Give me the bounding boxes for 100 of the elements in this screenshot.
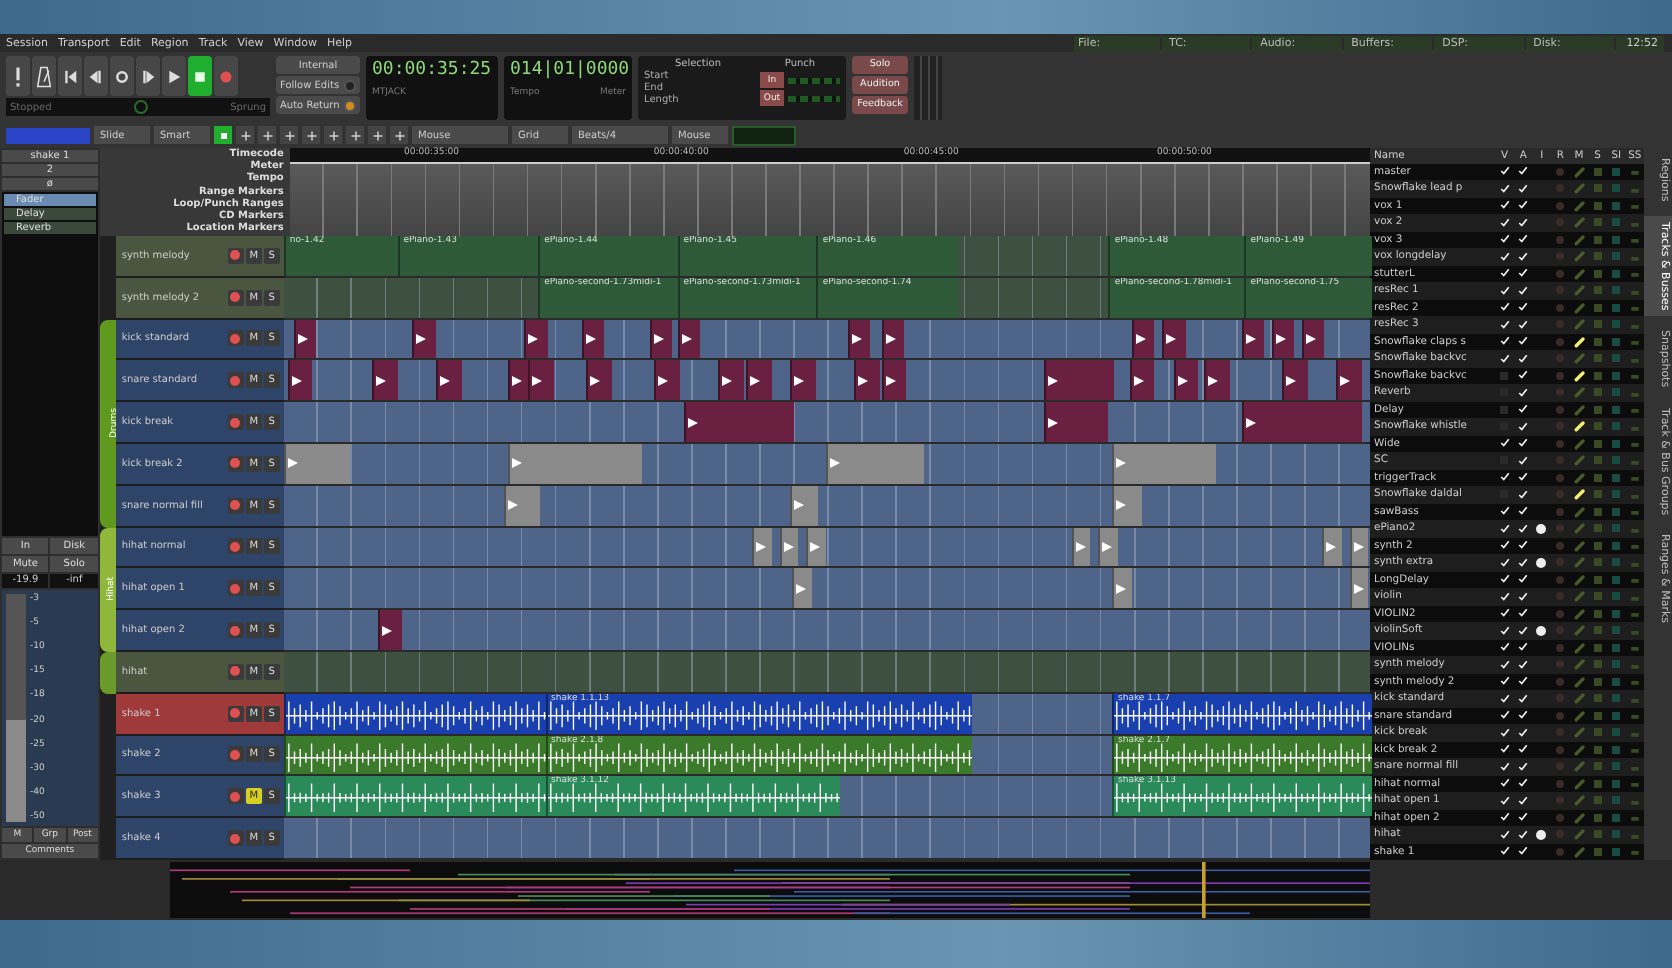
solo-square-icon[interactable] — [1593, 626, 1602, 635]
isolate-square-icon[interactable] — [1612, 558, 1621, 567]
solo-square-icon[interactable] — [1593, 677, 1602, 686]
isolate-square-icon[interactable] — [1612, 252, 1621, 261]
isolate-square-icon[interactable] — [1612, 728, 1621, 737]
record-arm-button[interactable] — [227, 372, 244, 389]
solo-square-icon[interactable] — [1593, 524, 1602, 533]
midi-input-dot[interactable] — [1536, 829, 1547, 840]
record-dot-icon[interactable] — [1556, 660, 1565, 669]
record-arm-button[interactable] — [227, 330, 244, 347]
tool-button[interactable] — [236, 126, 254, 145]
tool-button[interactable] — [346, 126, 364, 145]
active-checkmark[interactable] — [1518, 268, 1529, 279]
visible-checkmark[interactable] — [1499, 336, 1510, 347]
visible-checkbox[interactable] — [1500, 405, 1509, 414]
isolate-square-icon[interactable] — [1612, 456, 1621, 465]
visible-checkmark[interactable] — [1499, 200, 1510, 211]
midi-region[interactable] — [1162, 319, 1186, 359]
midi-region[interactable] — [1173, 360, 1199, 401]
midi-region[interactable] — [585, 360, 612, 401]
midi-input-dot[interactable] — [1536, 557, 1547, 568]
tool-button[interactable] — [302, 126, 320, 145]
solo-square-icon[interactable] — [1593, 167, 1602, 176]
solo-square-icon[interactable] — [1593, 847, 1602, 856]
visible-checkmark[interactable] — [1499, 642, 1510, 653]
solo-square-icon[interactable] — [1593, 405, 1602, 414]
solo-square-icon[interactable] — [1593, 371, 1602, 380]
midi-input-dot[interactable] — [1536, 523, 1547, 534]
record-arm-button[interactable] — [227, 830, 244, 847]
visible-checkmark[interactable] — [1499, 829, 1510, 840]
midi-region[interactable] — [1336, 360, 1362, 401]
isolate-square-icon[interactable] — [1612, 626, 1621, 635]
visible-checkmark[interactable] — [1499, 540, 1510, 551]
isolate-square-icon[interactable] — [1612, 388, 1621, 397]
active-checkmark[interactable] — [1518, 506, 1529, 517]
isolate-square-icon[interactable] — [1612, 779, 1621, 788]
record-dot-icon[interactable] — [1556, 235, 1565, 244]
visible-checkmark[interactable] — [1499, 183, 1510, 194]
alert-button[interactable] — [6, 56, 30, 97]
active-checkmark[interactable] — [1518, 370, 1529, 381]
isolate-square-icon[interactable] — [1612, 439, 1621, 448]
midi-region[interactable] — [1241, 319, 1264, 359]
record-dot-icon[interactable] — [1556, 643, 1565, 652]
active-checkmark[interactable] — [1518, 217, 1529, 228]
midi-region[interactable] — [792, 568, 812, 609]
record-dot-icon[interactable] — [1556, 422, 1565, 431]
record-dot-icon[interactable] — [1556, 252, 1565, 261]
active-checkmark[interactable] — [1518, 608, 1529, 619]
isolate-square-icon[interactable] — [1612, 303, 1621, 312]
visible-checkmark[interactable] — [1499, 812, 1510, 823]
record-dot-icon[interactable] — [1556, 354, 1565, 363]
record-dot-icon[interactable] — [1556, 388, 1565, 397]
isolate-square-icon[interactable] — [1612, 745, 1621, 754]
active-checkmark[interactable] — [1518, 319, 1529, 330]
active-checkmark[interactable] — [1518, 234, 1529, 245]
midi-region[interactable] — [524, 319, 548, 359]
active-checkmark[interactable] — [1518, 183, 1529, 194]
active-checkmark[interactable] — [1518, 693, 1529, 704]
active-checkmark[interactable] — [1518, 353, 1529, 364]
record-arm-button[interactable] — [227, 289, 244, 306]
solo-square-icon[interactable] — [1593, 507, 1602, 516]
active-checkmark[interactable] — [1518, 438, 1529, 449]
solo-square-icon[interactable] — [1593, 184, 1602, 193]
solo-square-icon[interactable] — [1593, 218, 1602, 227]
record-dot-icon[interactable] — [1556, 762, 1565, 771]
active-checkmark[interactable] — [1518, 829, 1529, 840]
visible-checkmark[interactable] — [1499, 438, 1510, 449]
midi-region[interactable] — [1112, 568, 1131, 609]
solo-square-icon[interactable] — [1593, 388, 1602, 397]
record-arm-button[interactable] — [227, 746, 244, 763]
record-arm-button[interactable] — [227, 455, 244, 472]
midi-region[interactable] — [854, 360, 880, 401]
visible-checkmark[interactable] — [1499, 557, 1510, 568]
solo-square-icon[interactable] — [1593, 660, 1602, 669]
isolate-square-icon[interactable] — [1612, 830, 1621, 839]
record-arm-button[interactable] — [227, 414, 244, 431]
visible-checkmark[interactable] — [1499, 523, 1510, 534]
record-dot-icon[interactable] — [1556, 677, 1565, 686]
active-checkmark[interactable] — [1518, 404, 1529, 415]
record-dot-icon[interactable] — [1556, 507, 1565, 516]
visible-checkmark[interactable] — [1499, 795, 1510, 806]
record-dot-icon[interactable] — [1556, 830, 1565, 839]
solo-square-icon[interactable] — [1593, 575, 1602, 584]
isolate-square-icon[interactable] — [1612, 762, 1621, 771]
record-dot-icon[interactable] — [1556, 473, 1565, 482]
isolate-square-icon[interactable] — [1612, 711, 1621, 720]
visible-checkmark[interactable] — [1499, 846, 1510, 857]
isolate-square-icon[interactable] — [1612, 286, 1621, 295]
midi-region[interactable] — [881, 360, 907, 401]
metronome-button[interactable] — [32, 56, 56, 97]
active-checkmark[interactable] — [1518, 625, 1529, 636]
active-checkmark[interactable] — [1518, 778, 1529, 789]
midi-region[interactable] — [1349, 568, 1369, 609]
record-dot-icon[interactable] — [1556, 218, 1565, 227]
isolate-square-icon[interactable] — [1612, 490, 1621, 499]
midi-region[interactable] — [283, 443, 351, 484]
midi-region[interactable] — [1132, 319, 1155, 359]
visible-checkmark[interactable] — [1499, 217, 1510, 228]
active-checkmark[interactable] — [1518, 302, 1529, 313]
isolate-square-icon[interactable] — [1612, 218, 1621, 227]
